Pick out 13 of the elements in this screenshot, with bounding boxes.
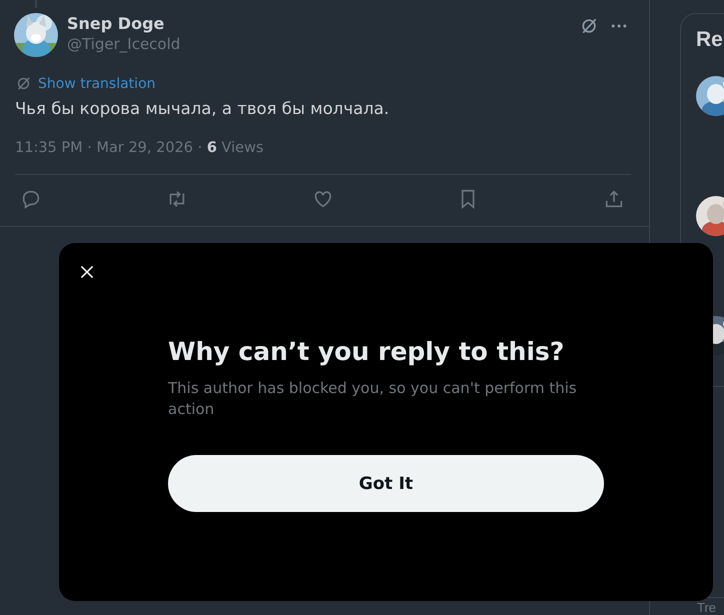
share-icon[interactable] bbox=[603, 188, 625, 210]
dialog-message: This author has blocked you, so you can't perform this action bbox=[168, 378, 578, 420]
reply-icon[interactable] bbox=[20, 188, 42, 210]
show-translation-link[interactable]: Show translation bbox=[38, 76, 156, 92]
got-it-button[interactable]: Got It bbox=[168, 455, 604, 512]
dialog-title: Why can’t you reply to this? bbox=[168, 336, 566, 368]
no-translate-icon bbox=[15, 75, 32, 92]
trend-label: Tre bbox=[697, 601, 718, 615]
close-icon[interactable] bbox=[79, 264, 95, 280]
author-name[interactable]: Snep Doge bbox=[67, 14, 180, 34]
card-title: Re bbox=[696, 28, 724, 52]
tweet-meta: 11:35 PM · Mar 29, 2026 · 6 Views bbox=[15, 140, 265, 156]
tweet-text: Чья бы корова мычала, а твоя бы молчала. bbox=[15, 98, 390, 120]
